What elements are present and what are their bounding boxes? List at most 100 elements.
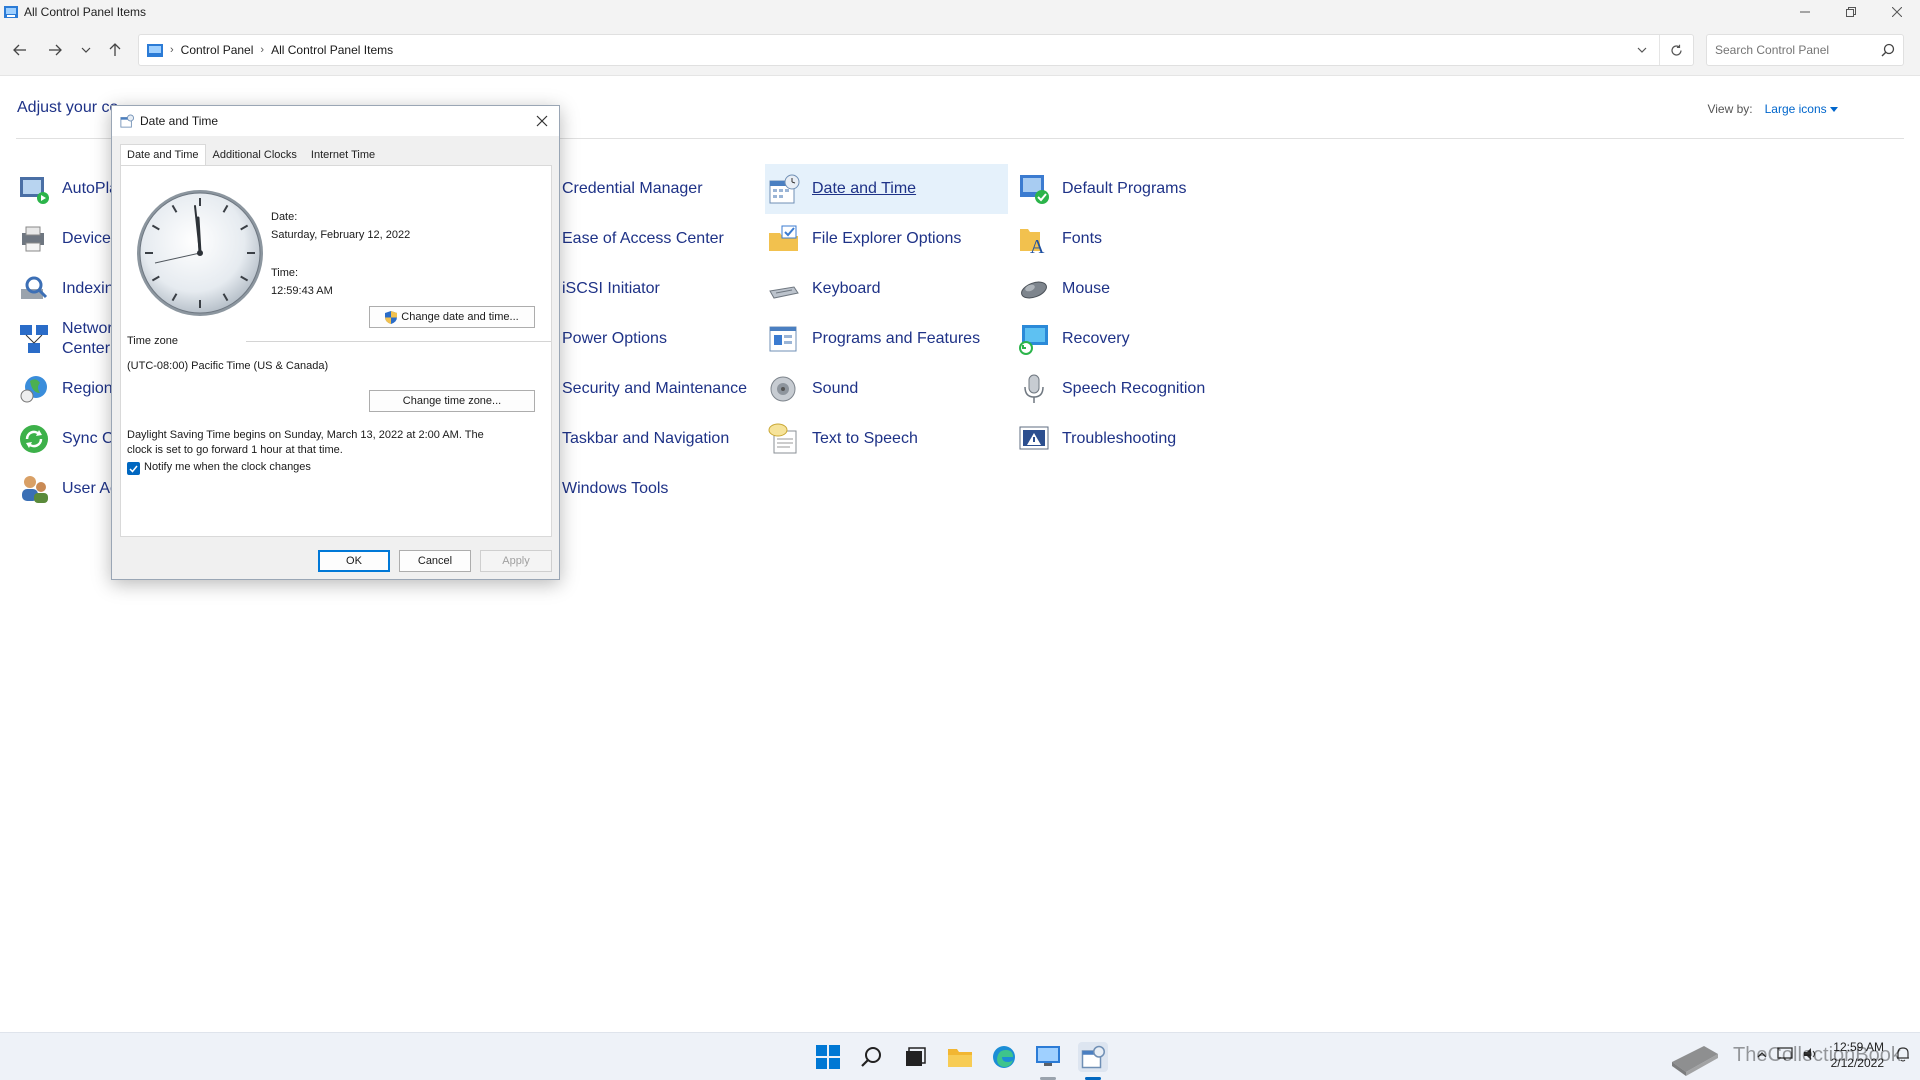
search-box[interactable] xyxy=(1706,34,1904,66)
date-time-dialog: Date and Time Date and Time Additional C… xyxy=(111,105,560,580)
search-input[interactable] xyxy=(1715,43,1875,57)
tab-additional-clocks[interactable]: Additional Clocks xyxy=(206,144,304,166)
notify-checkbox[interactable] xyxy=(127,462,140,475)
change-time-zone-label: Change time zone... xyxy=(402,395,502,407)
region-globe-icon xyxy=(20,376,47,403)
recent-locations-button[interactable] xyxy=(74,39,98,61)
back-button[interactable] xyxy=(8,39,32,61)
svg-text:A: A xyxy=(1030,236,1045,255)
item-label: AutoPla xyxy=(62,180,119,197)
item-file-explorer-options[interactable]: File Explorer Options xyxy=(768,216,961,262)
address-bar[interactable]: › Control Panel › All Control Panel Item… xyxy=(138,34,1694,66)
item-indexing[interactable]: Indexin xyxy=(18,266,114,312)
edge-browser-icon xyxy=(993,1046,1015,1068)
cancel-button[interactable]: Cancel xyxy=(399,550,471,572)
search-icon xyxy=(861,1047,881,1067)
caret-down-icon xyxy=(1830,107,1838,112)
item-label: Credential Manager xyxy=(562,180,703,197)
item-label: Programs and Features xyxy=(812,330,981,347)
item-recovery[interactable]: Recovery xyxy=(1018,316,1130,362)
address-history-button[interactable] xyxy=(1625,35,1659,65)
taskbar-control-panel-button[interactable] xyxy=(1033,1042,1063,1072)
book-logo-icon xyxy=(1672,1046,1718,1076)
item-default-programs[interactable]: Default Programs xyxy=(1018,166,1187,212)
item-region[interactable]: Region xyxy=(18,366,113,412)
forward-button[interactable] xyxy=(43,39,67,61)
close-window-button[interactable] xyxy=(1874,0,1920,24)
item-label: Region xyxy=(62,380,113,397)
refresh-icon xyxy=(1671,44,1682,56)
date-time-icon xyxy=(1081,1045,1105,1069)
window-titlebar: All Control Panel Items xyxy=(0,0,1920,24)
microphone-icon xyxy=(1024,374,1044,403)
item-label: Taskbar and Navigation xyxy=(562,430,730,447)
date-label: Date: xyxy=(271,211,298,223)
item-label: Security and Maintenance xyxy=(562,380,747,397)
change-date-time-button[interactable]: Change date and time... xyxy=(369,306,535,328)
breadcrumb-control-panel[interactable]: Control Panel xyxy=(181,43,254,57)
dialog-tabs: Date and Time Additional Clocks Internet… xyxy=(120,144,382,167)
date-time-icon xyxy=(769,174,800,204)
up-arrow-icon xyxy=(109,43,121,56)
item-mouse[interactable]: Mouse xyxy=(1018,266,1110,312)
analog-clock xyxy=(137,190,263,316)
mouse-icon xyxy=(1021,281,1047,299)
item-label: Keyboard xyxy=(812,280,881,297)
edge-button[interactable] xyxy=(989,1042,1019,1072)
devices-printers-icon xyxy=(22,226,44,252)
item-user-accounts[interactable]: User Ac xyxy=(18,466,118,512)
apply-label: Apply xyxy=(502,555,530,567)
change-time-zone-button[interactable]: Change time zone... xyxy=(369,390,535,412)
item-taskbar-navigation[interactable]: Taskbar and Navigation xyxy=(562,416,729,462)
view-by-dropdown[interactable]: Large icons xyxy=(1765,102,1838,116)
up-button[interactable] xyxy=(103,39,127,61)
item-keyboard[interactable]: Keyboard xyxy=(768,266,881,312)
tab-internet-time[interactable]: Internet Time xyxy=(304,144,382,166)
item-iscsi-initiator[interactable]: iSCSI Initiator xyxy=(562,266,660,312)
task-view-icon xyxy=(906,1047,926,1066)
refresh-button[interactable] xyxy=(1659,35,1693,65)
control-panel-icon xyxy=(1036,1046,1060,1066)
item-windows-tools[interactable]: Windows Tools xyxy=(562,466,668,512)
item-text-to-speech[interactable]: Text to Speech xyxy=(768,416,918,462)
ok-button[interactable]: OK xyxy=(318,550,390,572)
dialog-close-icon[interactable] xyxy=(533,112,551,130)
item-speech-recognition[interactable]: Speech Recognition xyxy=(1018,366,1205,412)
item-credential-manager[interactable]: Credential Manager xyxy=(562,166,703,212)
notify-label[interactable]: Notify me when the clock changes xyxy=(144,461,311,473)
breadcrumb-all-items[interactable]: All Control Panel Items xyxy=(271,43,393,57)
item-devices[interactable]: Device xyxy=(18,216,111,262)
keyboard-icon xyxy=(769,286,799,299)
forward-arrow-icon xyxy=(49,44,62,56)
item-sync-center[interactable]: Sync Ce xyxy=(18,416,122,462)
item-network[interactable]: Networ Center xyxy=(18,316,113,362)
file-explorer-button[interactable] xyxy=(945,1042,975,1072)
taskbar-search-button[interactable] xyxy=(857,1042,887,1072)
item-autoplay[interactable]: AutoPla xyxy=(18,166,118,212)
uac-shield-icon xyxy=(385,310,398,324)
search-icon[interactable] xyxy=(1881,43,1895,57)
item-sound[interactable]: Sound xyxy=(768,366,858,412)
item-label-line2: Center xyxy=(62,340,111,357)
taskbar-date-time-button[interactable] xyxy=(1078,1042,1108,1072)
network-icon xyxy=(20,325,48,353)
item-fonts[interactable]: A Fonts xyxy=(1018,216,1102,262)
indexing-icon xyxy=(21,276,48,299)
item-troubleshooting[interactable]: Troubleshooting xyxy=(1018,416,1176,462)
tab-date-and-time[interactable]: Date and Time xyxy=(120,144,206,167)
item-label: Sound xyxy=(812,380,859,397)
restore-button[interactable] xyxy=(1828,0,1874,24)
item-programs-features[interactable]: Programs and Features xyxy=(768,316,980,362)
start-button[interactable] xyxy=(813,1042,843,1072)
task-view-button[interactable] xyxy=(900,1042,930,1072)
cancel-label: Cancel xyxy=(417,555,453,567)
dialog-titlebar[interactable]: Date and Time xyxy=(112,106,559,136)
control-panel-icon xyxy=(147,43,163,57)
item-power-options[interactable]: Power Options xyxy=(562,316,667,362)
item-security-maintenance[interactable]: Security and Maintenance xyxy=(562,366,747,412)
minimize-button[interactable] xyxy=(1782,0,1828,24)
item-date-and-time[interactable]: Date and Time xyxy=(765,164,1008,214)
item-label: Fonts xyxy=(1062,230,1103,247)
checkmark-icon xyxy=(129,465,138,473)
item-ease-of-access[interactable]: Ease of Access Center xyxy=(562,216,724,262)
